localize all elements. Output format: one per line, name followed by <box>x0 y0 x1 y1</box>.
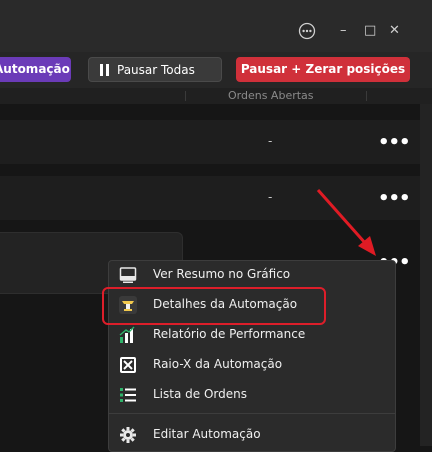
annotation-arrow <box>316 189 376 256</box>
